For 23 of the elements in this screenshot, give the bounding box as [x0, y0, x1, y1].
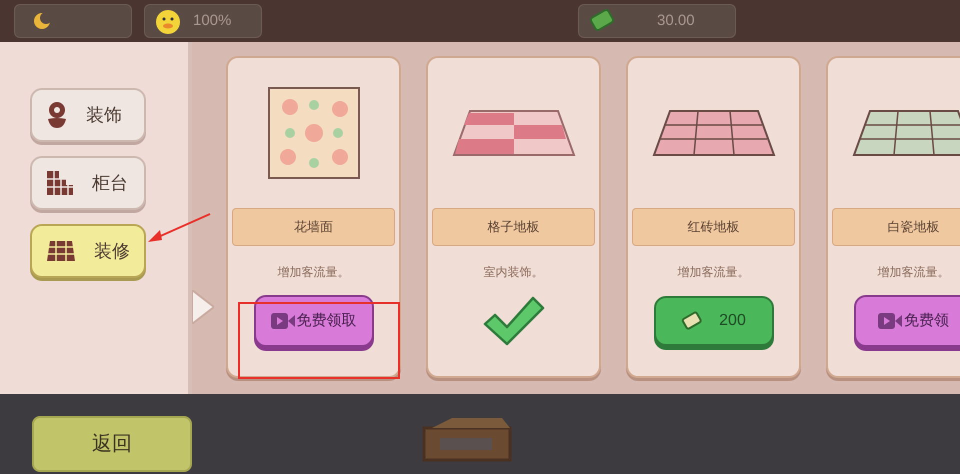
- item-description: 增加客流量。: [878, 264, 950, 281]
- money-amount: 30.00: [657, 10, 695, 31]
- item-name: 白瓷地板: [832, 208, 960, 246]
- duck-face-icon: [153, 7, 183, 35]
- back-button[interactable]: 返回: [32, 416, 192, 472]
- video-camera-icon: [878, 313, 902, 329]
- category-tab[interactable]: 柜台: [30, 156, 146, 210]
- category-tab[interactable]: 装修: [30, 224, 146, 278]
- annotation-arrow: [146, 212, 212, 244]
- item-name: 红砖地板: [632, 208, 795, 246]
- bricks-icon: [46, 240, 76, 262]
- mood-percent: 100%: [193, 10, 232, 31]
- category-tab[interactable]: 装饰: [30, 88, 146, 142]
- checkmark-icon: [482, 296, 544, 346]
- item-description: 增加客流量。: [678, 264, 750, 281]
- counter-icon: [46, 170, 74, 196]
- item-name: 花墙面: [232, 208, 395, 246]
- flower-icon: [46, 101, 68, 129]
- video-camera-icon: [270, 313, 294, 329]
- item-description: 增加客流量。: [278, 264, 350, 281]
- item-description: 室内装饰。: [484, 264, 544, 281]
- item-name: 格子地板: [432, 208, 595, 246]
- panel-pointer-icon: [192, 290, 214, 324]
